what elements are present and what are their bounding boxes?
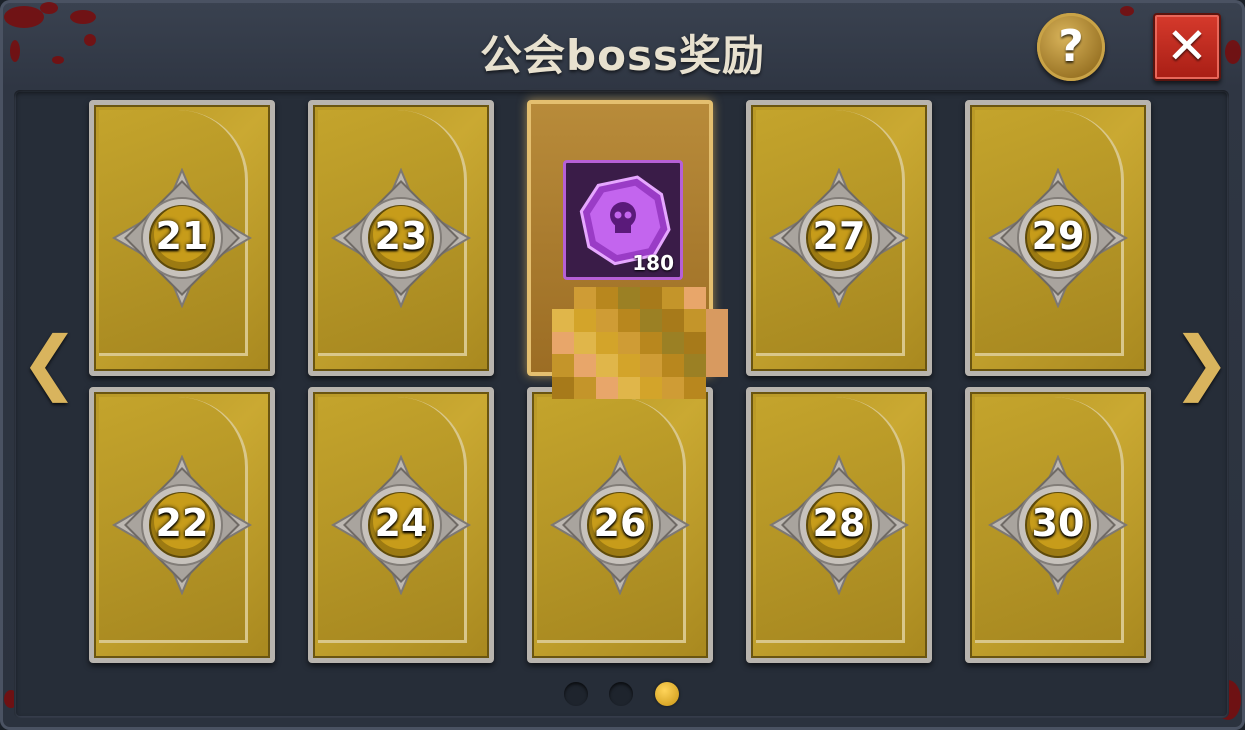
mosaic-tile xyxy=(640,309,662,332)
pixelated-overlay xyxy=(552,287,728,399)
reward-card-27[interactable]: 27 xyxy=(746,100,932,376)
mosaic-tile xyxy=(552,331,574,355)
card-number: 24 xyxy=(374,501,428,545)
reward-item-slot[interactable]: 180 xyxy=(563,160,683,280)
mosaic-tile xyxy=(640,376,662,399)
card-number: 29 xyxy=(1031,214,1085,258)
card-number: 26 xyxy=(593,501,647,545)
reward-card-30[interactable]: 30 xyxy=(965,387,1151,663)
reward-dialog: 公会boss奖励 ? ✕ ❮ ❯ 21 23 180 27 29 22 24 26 28 30 xyxy=(0,0,1245,730)
mosaic-tile xyxy=(706,354,728,377)
card-number: 30 xyxy=(1031,501,1085,545)
medal-badge-icon: 29 xyxy=(988,168,1128,308)
page-dot-1[interactable] xyxy=(564,682,588,706)
reward-card-23[interactable]: 23 xyxy=(308,100,494,376)
mosaic-tile xyxy=(618,287,640,310)
page-dot-2[interactable] xyxy=(609,682,633,706)
card-number: 22 xyxy=(155,501,209,545)
mosaic-tile xyxy=(618,309,640,332)
chevron-right-icon: ❯ xyxy=(1172,321,1231,403)
reward-card-29[interactable]: 29 xyxy=(965,100,1151,376)
mosaic-tile xyxy=(684,309,706,332)
mosaic-tile xyxy=(596,287,618,310)
medal-badge-icon: 26 xyxy=(550,455,690,595)
mosaic-tile xyxy=(574,287,596,310)
mosaic-tile xyxy=(552,376,574,399)
card-number: 27 xyxy=(812,214,866,258)
prev-page-button[interactable]: ❮ xyxy=(20,327,79,397)
reward-card-24[interactable]: 24 xyxy=(308,387,494,663)
blood-splatter xyxy=(40,2,58,14)
mosaic-tile xyxy=(618,331,640,355)
mosaic-tile xyxy=(662,287,684,310)
mosaic-tile xyxy=(618,376,640,399)
mosaic-tile xyxy=(640,354,662,377)
mosaic-tile xyxy=(618,354,640,377)
mosaic-tile xyxy=(574,354,596,377)
medal-badge-icon: 27 xyxy=(769,168,909,308)
mosaic-tile xyxy=(552,309,574,332)
mosaic-tile xyxy=(706,309,728,332)
mosaic-tile xyxy=(574,376,596,399)
medal-badge-icon: 21 xyxy=(112,168,252,308)
next-page-button[interactable]: ❯ xyxy=(1172,327,1231,397)
card-number: 21 xyxy=(155,214,209,258)
reward-count: 180 xyxy=(632,251,674,275)
reward-card-26[interactable]: 26 xyxy=(527,387,713,663)
reward-card-21[interactable]: 21 xyxy=(89,100,275,376)
mosaic-tile xyxy=(662,376,684,399)
medal-badge-icon: 22 xyxy=(112,455,252,595)
reward-card-28[interactable]: 28 xyxy=(746,387,932,663)
mosaic-tile xyxy=(596,331,618,355)
close-button[interactable]: ✕ xyxy=(1153,13,1221,81)
reward-card-22[interactable]: 22 xyxy=(89,387,275,663)
mosaic-tile xyxy=(706,331,728,355)
mosaic-tile xyxy=(684,331,706,355)
card-number: 23 xyxy=(374,214,428,258)
mosaic-tile xyxy=(552,354,574,377)
chevron-left-icon: ❮ xyxy=(20,321,79,403)
mosaic-tile xyxy=(596,354,618,377)
mosaic-tile xyxy=(706,377,728,399)
mosaic-tile xyxy=(662,309,684,332)
medal-badge-icon: 23 xyxy=(331,168,471,308)
mosaic-tile xyxy=(574,331,596,355)
medal-badge-icon: 28 xyxy=(769,455,909,595)
mosaic-tile xyxy=(640,331,662,355)
mosaic-tile xyxy=(596,309,618,332)
card-number: 28 xyxy=(812,501,866,545)
mosaic-tile xyxy=(684,376,706,399)
mosaic-tile xyxy=(706,287,728,309)
help-button[interactable]: ? xyxy=(1037,13,1105,81)
mosaic-tile xyxy=(662,331,684,355)
question-mark-icon: ? xyxy=(1058,21,1084,72)
close-icon: ✕ xyxy=(1166,17,1208,75)
medal-badge-icon: 30 xyxy=(988,455,1128,595)
mosaic-tile xyxy=(596,376,618,399)
mosaic-tile xyxy=(574,309,596,332)
mosaic-tile xyxy=(684,354,706,377)
blood-splatter xyxy=(1120,6,1134,16)
mosaic-tile xyxy=(640,287,662,310)
mosaic-tile xyxy=(552,287,574,309)
mosaic-tile xyxy=(684,287,706,310)
medal-badge-icon: 24 xyxy=(331,455,471,595)
page-dot-3[interactable] xyxy=(655,682,679,706)
mosaic-tile xyxy=(662,354,684,377)
